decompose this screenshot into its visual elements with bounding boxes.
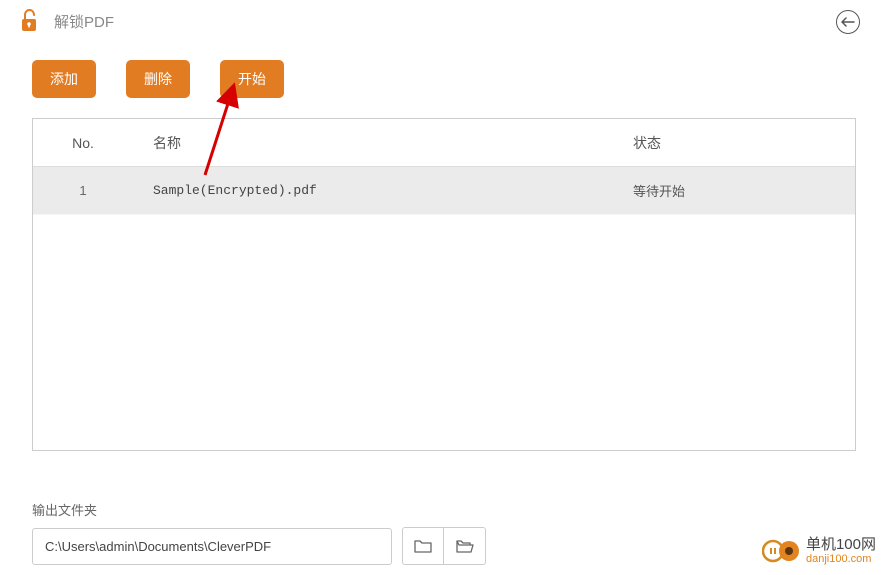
row-status: 等待开始 — [613, 181, 855, 200]
toolbar: 添加 删除 开始 — [0, 42, 888, 106]
folder-button-group — [402, 527, 486, 565]
folder-icon — [414, 539, 432, 553]
row-name: Sample(Encrypted).pdf — [133, 183, 613, 198]
header-no: No. — [33, 135, 133, 151]
watermark: 单机100网 danji100.com — [762, 535, 876, 567]
file-table: No. 名称 状态 1 Sample(Encrypted).pdf 等待开始 — [32, 118, 856, 451]
add-button[interactable]: 添加 — [32, 60, 96, 98]
watermark-url: danji100.com — [806, 553, 876, 565]
open-folder-button[interactable] — [444, 527, 486, 565]
output-row — [32, 527, 856, 565]
row-no: 1 — [33, 183, 133, 198]
delete-button[interactable]: 删除 — [126, 60, 190, 98]
watermark-title: 单机100网 — [806, 537, 876, 554]
back-button[interactable] — [836, 10, 860, 34]
table-row[interactable]: 1 Sample(Encrypted).pdf 等待开始 — [33, 167, 855, 215]
folder-open-icon — [456, 539, 474, 553]
table-header: No. 名称 状态 — [33, 119, 855, 167]
unlock-icon — [18, 8, 40, 34]
watermark-logo-icon — [762, 535, 800, 567]
browse-folder-button[interactable] — [402, 527, 444, 565]
output-label: 输出文件夹 — [32, 500, 856, 519]
output-section: 输出文件夹 — [32, 500, 856, 565]
header-status: 状态 — [613, 133, 855, 153]
start-button[interactable]: 开始 — [220, 60, 284, 98]
output-path-input[interactable] — [32, 528, 392, 565]
header: 解锁PDF — [0, 0, 888, 42]
page-title: 解锁PDF — [54, 11, 114, 32]
header-name: 名称 — [133, 133, 613, 153]
